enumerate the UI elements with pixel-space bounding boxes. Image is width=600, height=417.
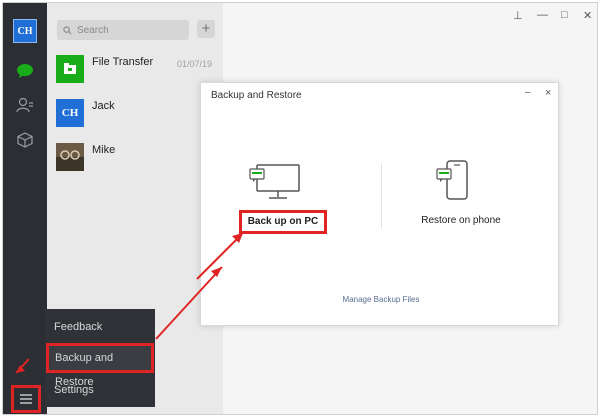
avatar — [56, 143, 84, 171]
divider — [381, 163, 382, 229]
avatar: CH — [56, 99, 84, 127]
chat-item-mike[interactable]: Mike — [47, 137, 223, 181]
user-avatar[interactable]: CH — [13, 19, 37, 43]
chat-icon[interactable] — [13, 59, 37, 83]
app-window: CH Search + File Transfer 01/07/19 CH Ja… — [2, 2, 598, 415]
chat-name: Mike — [92, 144, 116, 156]
menu-item-backup-and-restore[interactable]: Backup and Restore — [46, 343, 154, 388]
restore-on-phone-button[interactable]: Restore on phone — [411, 215, 511, 226]
settings-popup-menu: Feedback Backup and Restore Settings — [45, 309, 155, 407]
phone-icon — [435, 159, 471, 208]
folder-icon — [56, 55, 84, 83]
search-input[interactable]: Search — [57, 20, 189, 40]
dialog-close-button[interactable]: × — [545, 87, 551, 99]
pin-icon[interactable]: ⊥ — [513, 9, 523, 22]
manage-backup-files-link[interactable]: Manage Backup Files — [311, 295, 451, 304]
contacts-icon[interactable] — [13, 93, 37, 117]
backup-restore-dialog: Backup and Restore – × Back up on PC Res… — [200, 82, 559, 326]
search-placeholder: Search — [77, 24, 109, 36]
left-rail: CH — [3, 3, 47, 414]
box-icon[interactable] — [13, 128, 37, 152]
dialog-minimize-button[interactable]: – — [525, 87, 531, 98]
add-chat-button[interactable]: + — [197, 20, 215, 38]
chat-name: Jack — [92, 100, 115, 112]
computer-icon — [249, 163, 301, 206]
maximize-button[interactable]: □ — [561, 9, 568, 21]
close-button[interactable]: ✕ — [583, 9, 592, 22]
back-up-on-pc-button[interactable]: Back up on PC — [239, 210, 327, 234]
chat-name: File Transfer — [92, 56, 154, 68]
chat-item-file-transfer[interactable]: File Transfer 01/07/19 — [47, 49, 223, 93]
chat-item-jack[interactable]: CH Jack — [47, 93, 223, 137]
search-icon — [63, 25, 72, 34]
dialog-title: Backup and Restore — [211, 90, 302, 101]
minimize-button[interactable]: — — [537, 9, 548, 21]
menu-item-settings[interactable]: Settings — [45, 375, 155, 405]
menu-item-feedback[interactable]: Feedback — [45, 312, 155, 342]
chat-time: 01/07/19 — [177, 59, 213, 69]
hamburger-menu-icon[interactable] — [11, 385, 41, 413]
